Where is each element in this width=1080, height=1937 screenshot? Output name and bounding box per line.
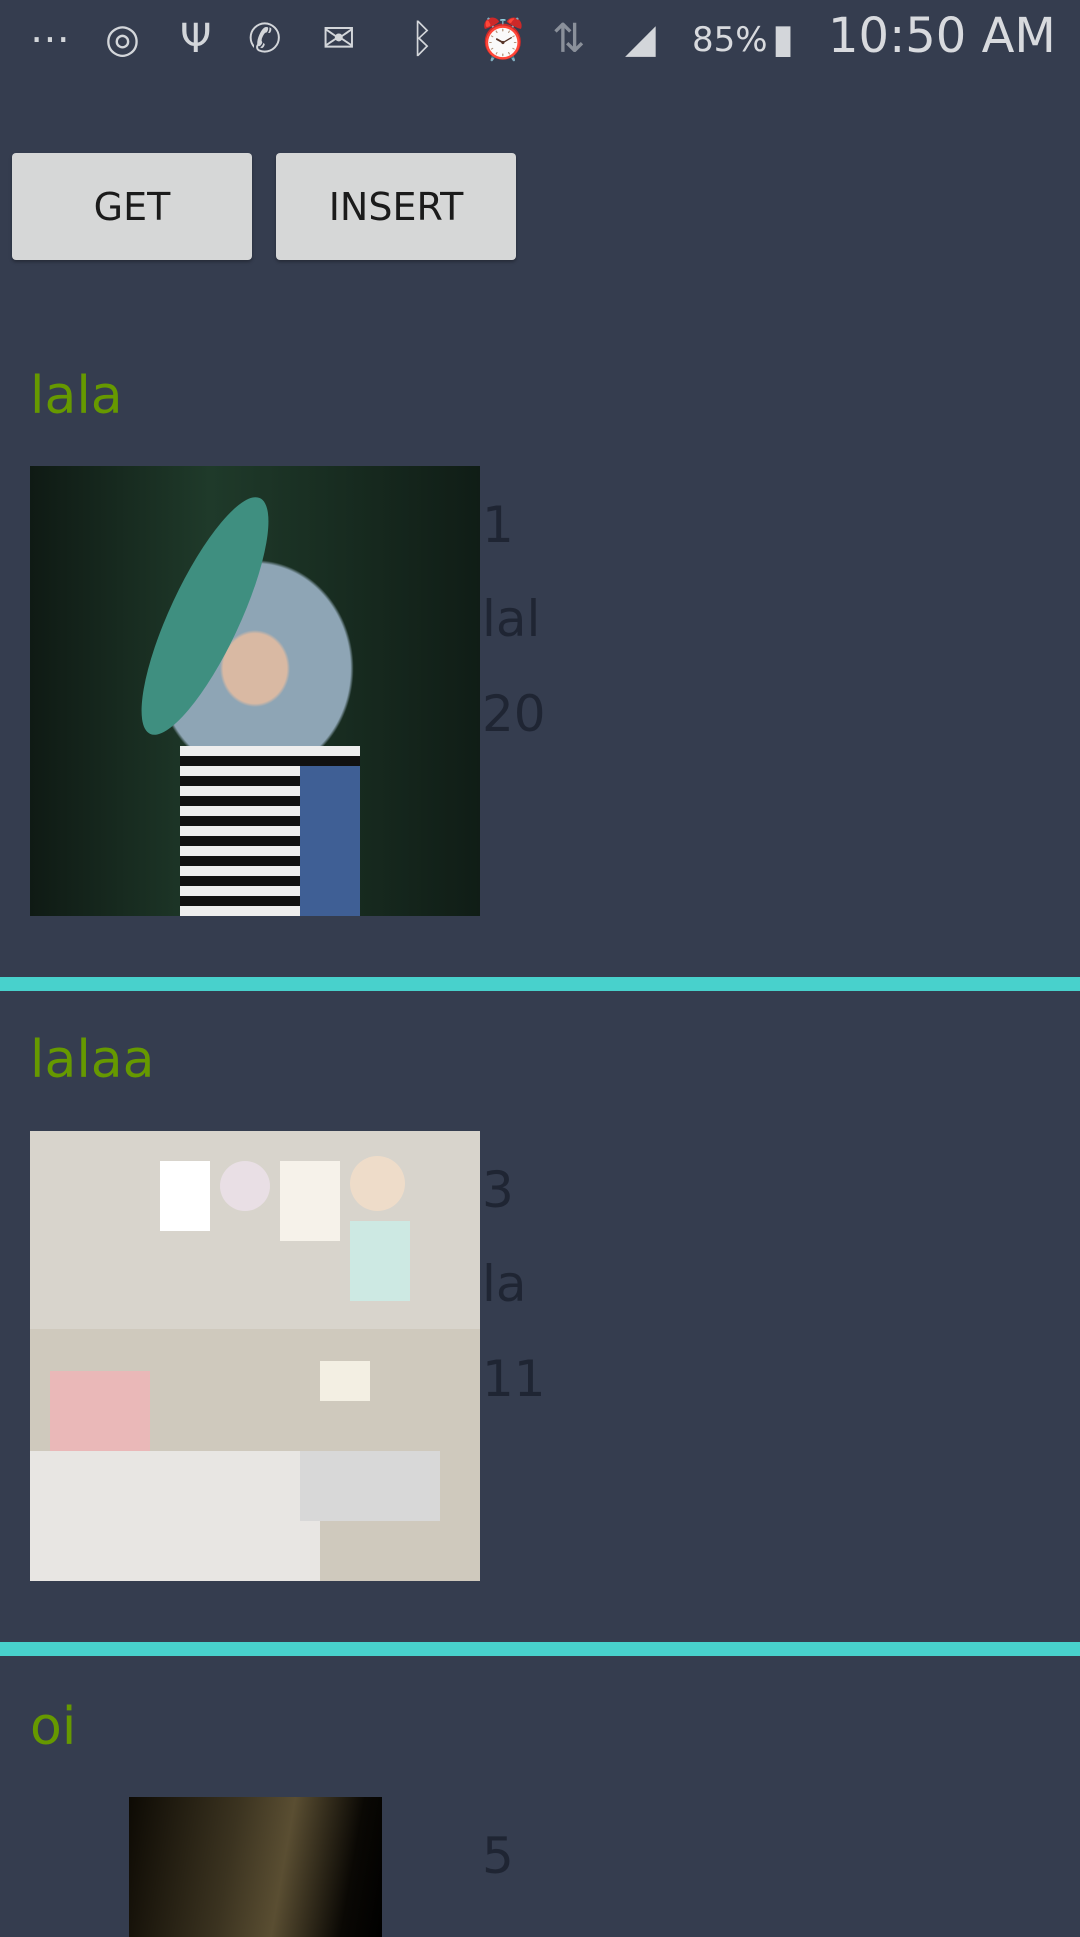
status-bar: ⋯ ◎ Ψ ✆ ✉ ᛒ ⏰ ⇅ ◢ 85% ▮ 10:50 AM <box>0 0 1080 80</box>
battery-charging-icon: ▮ <box>772 16 795 62</box>
get-button[interactable]: GET <box>12 153 252 260</box>
item-id: 5 <box>482 1827 514 1885</box>
item-age: 20 <box>482 685 546 743</box>
insert-button[interactable]: INSERT <box>276 153 516 260</box>
more-notifications-icon: ⋯ <box>30 16 70 62</box>
battery-percent: 85% <box>692 20 768 60</box>
item-name: la <box>482 1255 527 1313</box>
alarm-icon: ⏰ <box>478 16 528 63</box>
item-id: 1 <box>482 496 514 554</box>
whatsapp-icon: ✆ <box>248 16 282 62</box>
instagram-icon: ◎ <box>105 16 140 62</box>
item-name: lal <box>482 590 541 648</box>
item-id: 3 <box>482 1161 514 1219</box>
dark-lamp-photo <box>129 1797 382 1937</box>
usb-icon: Ψ <box>180 16 212 62</box>
wifi-icon: ⇅ <box>552 16 586 62</box>
item-age: 11 <box>482 1350 546 1408</box>
woman-with-leaf-photo <box>30 466 480 916</box>
email-icon: ✉ <box>322 16 356 62</box>
item-title: lalaa <box>30 1030 155 1090</box>
clock: 10:50 AM <box>828 8 1056 64</box>
divider <box>0 977 1080 991</box>
item-title: oi <box>30 1697 77 1757</box>
bedroom-interior-photo <box>30 1131 480 1581</box>
bluetooth-icon: ᛒ <box>410 16 434 62</box>
divider <box>0 1642 1080 1656</box>
item-title: lala <box>30 366 123 426</box>
signal-icon: ◢ <box>625 16 656 62</box>
